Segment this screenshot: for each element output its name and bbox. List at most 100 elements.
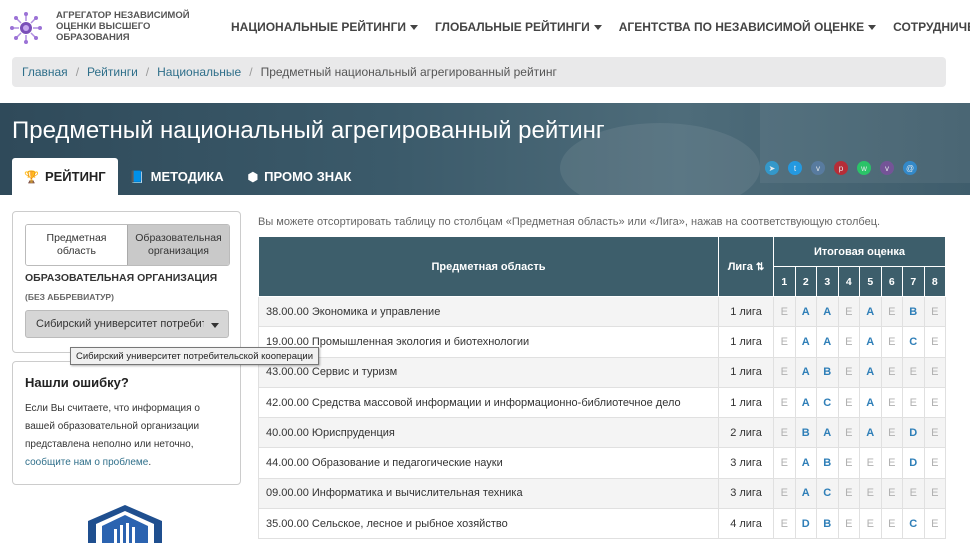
logo-icon[interactable]	[8, 10, 44, 46]
nav-global-ratings[interactable]: ГЛОБАЛЬНЫЕ РЕЙТИНГИ	[435, 20, 602, 34]
breadcrumb-ratings[interactable]: Рейтинги	[87, 65, 138, 79]
league-cell: 2 лига	[718, 417, 774, 449]
breadcrumb-home[interactable]: Главная	[22, 65, 68, 79]
breadcrumb-separator: /	[145, 65, 150, 79]
vk-icon[interactable]: v	[811, 161, 825, 175]
grade-cell: E	[773, 508, 796, 540]
subject-cell: 35.00.00 Сельское, лесное и рыбное хозяй…	[258, 508, 719, 540]
breadcrumb-current: Предметный национальный агрегированный р…	[260, 65, 557, 79]
nav-label: СОТРУДНИЧЕСТВО	[893, 20, 970, 34]
rating-table: Предметная область Лига ⇅ Итоговая оценка…	[258, 236, 946, 540]
filter-panel: Предметная область Образовательная орган…	[12, 211, 241, 353]
column-header-subject[interactable]: Предметная область	[258, 236, 719, 297]
league-cell: 1 лига	[718, 386, 774, 419]
column-header-criterion: 3	[816, 266, 839, 297]
subject-cell: 19.00.00 Промышленная экология и биотехн…	[258, 326, 719, 358]
grade-cell: C	[816, 386, 839, 419]
hero-banner: Предметный национальный агрегированный р…	[0, 103, 970, 195]
tab-label: ПРОМО ЗНАК	[264, 169, 352, 184]
grade-cell: E	[880, 417, 903, 449]
subject-cell: 40.00.00 Юриспруденция	[258, 417, 719, 449]
column-header-league[interactable]: Лига ⇅	[718, 236, 774, 297]
grade-cell: E	[837, 356, 860, 388]
table-row[interactable]: 40.00.00 Юриспруденция 2 лига E B A E A E D E	[258, 417, 946, 449]
report-error-tail: .	[148, 457, 152, 468]
grade-cell: E	[880, 295, 903, 328]
grade-cell: E	[859, 447, 882, 479]
grade-cell: E	[923, 447, 946, 479]
site-name[interactable]: АГРЕГАТОР НЕЗАВИСИМОЙ ОЦЕНКИ ВЫСШЕГО ОБР…	[56, 10, 206, 43]
organization-label: ОБРАЗОВАТЕЛЬНАЯ ОРГАНИЗАЦИЯ	[25, 272, 218, 284]
tab-promo-badge[interactable]: ⬢ ПРОМО ЗНАК	[236, 158, 364, 195]
table-row[interactable]: 35.00.00 Сельское, лесное и рыбное хозяй…	[258, 508, 946, 540]
league-cell: 1 лига	[718, 295, 774, 328]
table-row[interactable]: 43.00.00 Сервис и туризм 1 лига E A B E A E E E	[258, 356, 946, 388]
organization-select[interactable]: Сибирский университет потребительской ко…	[25, 310, 229, 338]
table-row[interactable]: 09.00.00 Информатика и вычислительная те…	[258, 477, 946, 510]
nav-national-ratings[interactable]: НАЦИОНАЛЬНЫЕ РЕЙТИНГИ	[231, 20, 419, 34]
book-icon: 📘	[129, 169, 145, 184]
breadcrumb-separator: /	[249, 65, 253, 79]
nav-agencies[interactable]: АГЕНТСТВА ПО НЕЗАВИСИМОЙ ОЦЕНКЕ	[618, 20, 877, 34]
grade-cell: A	[859, 326, 882, 358]
grade-cell: A	[794, 447, 817, 479]
table-row[interactable]: 44.00.00 Образование и педагогические на…	[258, 447, 946, 479]
grade-cell: D	[794, 508, 817, 540]
caret-down-icon	[593, 24, 602, 30]
badge-icon: ⬢	[247, 169, 259, 184]
league-cell: 3 лига	[718, 447, 774, 479]
league-cell: 4 лига	[718, 508, 774, 540]
grade-cell: E	[880, 447, 903, 479]
nav-cooperation[interactable]: СОТРУДНИЧЕСТВО	[893, 20, 970, 34]
sort-hint: Вы можете отсортировать таблицу по столб…	[258, 216, 881, 228]
subject-cell: 09.00.00 Информатика и вычислительная те…	[258, 477, 719, 510]
table-row[interactable]: 19.00.00 Промышленная экология и биотехн…	[258, 326, 946, 358]
column-header-criterion: 8	[923, 266, 946, 297]
telegram-icon[interactable]: ➤	[765, 161, 779, 175]
grade-cell: E	[773, 477, 796, 510]
grade-cell: C	[902, 326, 925, 358]
grade-cell: E	[880, 508, 903, 540]
sort-mode-toggle: Предметная область Образовательная орган…	[25, 224, 230, 266]
grade-cell: B	[816, 356, 839, 388]
pinterest-icon[interactable]: p	[834, 161, 848, 175]
report-error-card: Нашли ошибку? Если Вы считаете, что инфо…	[12, 361, 241, 485]
grade-cell: E	[773, 326, 796, 358]
viber-icon[interactable]: v	[880, 161, 894, 175]
table-row[interactable]: 38.00.00 Экономика и управление 1 лига E A A…	[258, 295, 946, 328]
report-error-title: Нашли ошибку?	[25, 375, 129, 390]
grade-cell: E	[902, 356, 925, 388]
grade-cell: E	[923, 508, 946, 540]
grade-cell: C	[816, 477, 839, 510]
toggle-subject-area[interactable]: Предметная область	[26, 225, 127, 265]
tab-rating[interactable]: 🏆 РЕЙТИНГ	[12, 158, 118, 195]
organization-tooltip: Сибирский университет потребительской ко…	[70, 347, 320, 365]
grade-cell: A	[816, 417, 839, 449]
nav-label: АГЕНТСТВА ПО НЕЗАВИСИМОЙ ОЦЕНКЕ	[618, 20, 865, 34]
league-cell: 1 лига	[718, 326, 774, 358]
grade-cell: E	[923, 386, 946, 419]
subject-cell: 43.00.00 Сервис и туризм	[258, 356, 719, 388]
breadcrumb-national[interactable]: Национальные	[157, 65, 241, 79]
grade-cell: A	[859, 417, 882, 449]
whatsapp-icon[interactable]: w	[857, 161, 871, 175]
subject-cell: 38.00.00 Экономика и управление	[258, 295, 719, 328]
grade-cell: E	[902, 386, 925, 419]
grade-cell: C	[902, 508, 925, 540]
email-icon[interactable]: @	[903, 161, 917, 175]
tab-methodology[interactable]: 📘 МЕТОДИКА	[118, 158, 236, 195]
select-value: Сибирский университет потребительской ко…	[36, 318, 204, 330]
column-header-total: Итоговая оценка	[773, 236, 946, 267]
caret-down-icon	[410, 24, 419, 30]
report-error-text: Если Вы считаете, что информация о вашей…	[25, 400, 228, 472]
grade-cell: E	[837, 477, 860, 510]
table-row[interactable]: 42.00.00 Средства массовой информации и …	[258, 386, 946, 419]
toggle-organization[interactable]: Образовательная организация	[127, 225, 229, 265]
grade-cell: B	[816, 447, 839, 479]
grade-cell: B	[902, 295, 925, 328]
grade-cell: E	[880, 326, 903, 358]
report-problem-link[interactable]: сообщите нам о проблеме	[25, 457, 148, 468]
grade-cell: A	[859, 386, 882, 419]
twitter-icon[interactable]: t	[788, 161, 802, 175]
grade-cell: E	[773, 356, 796, 388]
